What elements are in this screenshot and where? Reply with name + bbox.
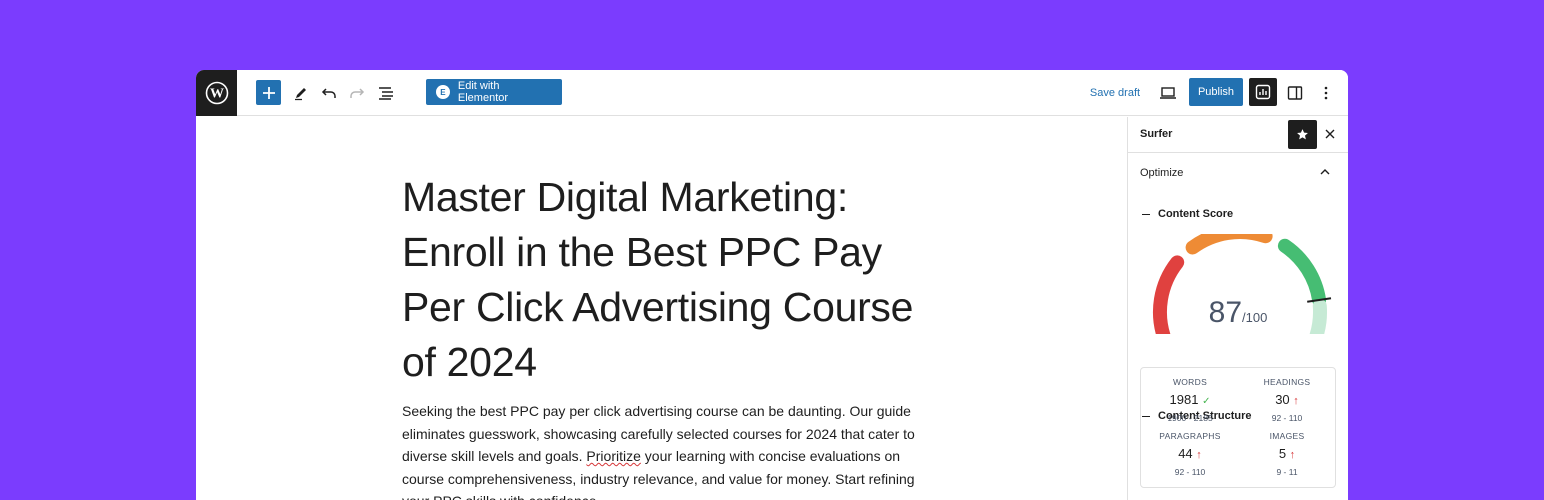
post-title[interactable]: Master Digital Marketing: Enroll in the … — [402, 170, 922, 390]
stat-value: 1981 ✓ — [1141, 392, 1239, 407]
svg-text:W: W — [210, 87, 224, 102]
preview-button[interactable] — [1156, 80, 1180, 106]
surfer-sidebar: Surfer Optimize Content Score 87/100 Con… — [1127, 117, 1348, 500]
star-icon — [1297, 129, 1308, 140]
stat-range: 92 - 110 — [1174, 467, 1206, 477]
elementor-icon: E — [436, 85, 450, 99]
optimize-label: Optimize — [1140, 167, 1184, 179]
editor-toolbar: W E Edit with Elementor Save draft Publi… — [196, 70, 1348, 116]
gauge-arc-orange — [1185, 234, 1273, 255]
stat-value: 5 ↑ — [1238, 446, 1336, 461]
stat-images: IMAGES 5 ↑ 9 - 11 — [1238, 431, 1336, 477]
arrow-up-icon: ↑ — [1289, 449, 1296, 461]
edit-with-elementor-button[interactable]: E Edit with Elementor — [426, 79, 562, 105]
sidebar-title: Surfer — [1140, 128, 1173, 140]
pencil-icon — [295, 88, 306, 101]
stat-range: 9 - 11 — [1276, 467, 1298, 477]
stat-headings: HEADINGS 30 ↑ 92 - 110 — [1238, 377, 1336, 423]
stat-label: WORDS — [1172, 377, 1208, 387]
undo-button[interactable] — [317, 80, 341, 106]
collapse-icon — [1142, 213, 1150, 215]
arrow-up-icon: ↑ — [1293, 395, 1299, 407]
content-score-label: Content Score — [1158, 208, 1234, 220]
publish-button[interactable]: Publish — [1189, 78, 1243, 106]
settings-toggle-button[interactable] — [1283, 80, 1307, 106]
gauge-arc-green — [1277, 238, 1327, 307]
save-draft-button[interactable]: Save draft — [1085, 80, 1145, 106]
add-block-button[interactable] — [256, 80, 281, 105]
content-score-value: 87/100 — [1128, 296, 1348, 330]
editor-canvas[interactable]: Master Digital Marketing: Enroll in the … — [196, 117, 1126, 500]
checkmark-icon: ✓ — [1202, 396, 1211, 407]
optimize-panel-toggle[interactable]: Optimize — [1128, 154, 1348, 192]
document-overview-button[interactable] — [374, 80, 398, 106]
plus-icon — [262, 86, 275, 99]
sidebar-header: Surfer — [1128, 117, 1348, 153]
misspelled-word: Prioritize — [586, 448, 641, 464]
redo-icon — [350, 88, 365, 98]
arrow-up-icon: ↑ — [1196, 449, 1202, 461]
score-number: 87 — [1208, 296, 1243, 329]
stat-value: 44 ↑ — [1141, 446, 1239, 461]
score-max: /100 — [1242, 310, 1268, 325]
stat-number: 5 — [1278, 446, 1287, 461]
undo-icon — [321, 88, 336, 98]
pin-plugin-button[interactable] — [1288, 120, 1317, 149]
stat-range: 1900 - 2185 — [1167, 413, 1213, 423]
stat-number: 44 — [1178, 446, 1193, 461]
stat-number: 30 — [1275, 392, 1290, 407]
stat-number: 1981 — [1169, 392, 1199, 407]
close-icon — [1325, 129, 1335, 139]
editor-window: W E Edit with Elementor Save draft Publi… — [196, 70, 1348, 500]
more-vertical-icon — [1324, 86, 1328, 100]
redo-button[interactable] — [345, 80, 369, 106]
content-score-toggle[interactable]: Content Score — [1142, 208, 1233, 220]
tools-button[interactable] — [289, 80, 313, 106]
stat-label: IMAGES — [1269, 431, 1305, 441]
options-button[interactable] — [1314, 80, 1338, 106]
sidebar-toggle-icon — [1287, 86, 1303, 100]
stat-range: 92 - 110 — [1271, 413, 1303, 423]
content-structure-stats: WORDS 1981 ✓ 1900 - 2185 HEADINGS 30 ↑ 9… — [1140, 367, 1336, 488]
stat-label: PARAGRAPHS — [1159, 431, 1221, 441]
list-view-icon — [379, 87, 393, 100]
close-sidebar-button[interactable] — [1322, 126, 1338, 142]
laptop-icon — [1160, 87, 1176, 99]
stat-value: 30 ↑ — [1238, 392, 1336, 407]
post-paragraph[interactable]: Seeking the best PPC pay per click adver… — [402, 400, 922, 500]
stat-words: WORDS 1981 ✓ 1900 - 2185 — [1141, 377, 1239, 423]
surfer-plugin-button[interactable] — [1249, 78, 1277, 106]
elementor-button-label: Edit with Elementor — [457, 80, 509, 104]
stat-paragraphs: PARAGRAPHS 44 ↑ 92 - 110 — [1141, 431, 1239, 477]
wordpress-logo-icon[interactable]: W — [196, 70, 237, 116]
surfer-icon — [1255, 84, 1271, 100]
stat-label: HEADINGS — [1263, 377, 1311, 387]
chevron-up-icon — [1320, 169, 1330, 175]
